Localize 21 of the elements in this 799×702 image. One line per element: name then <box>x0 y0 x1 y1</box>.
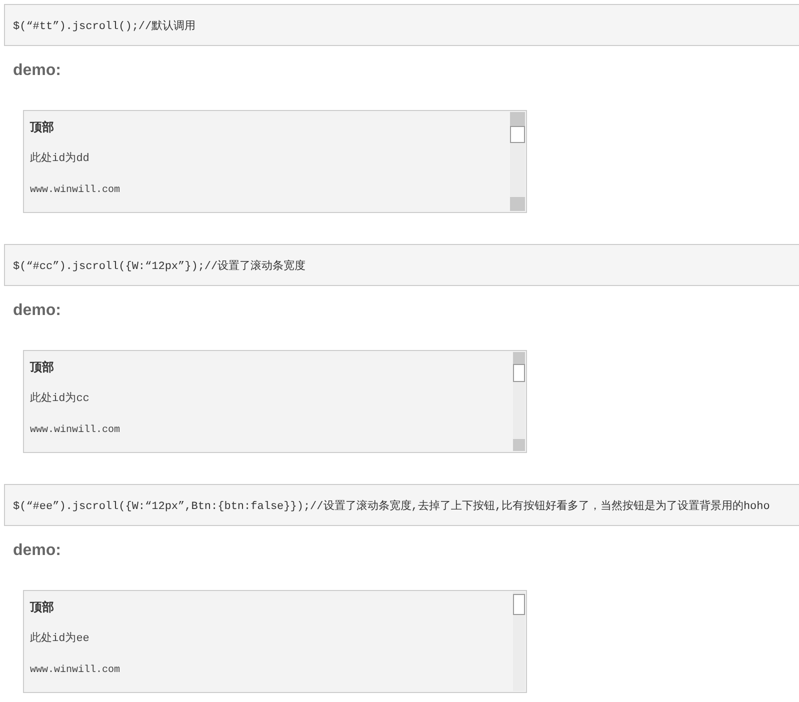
panel-text: 此处id为ee <box>30 631 90 647</box>
site-url-text: www.winwill.com <box>30 664 120 678</box>
panel-title: 顶部 <box>30 119 54 135</box>
site-url-text: www.winwill.com <box>30 424 120 438</box>
site-url-text: www.winwill.com <box>30 184 120 198</box>
panel-text: 此处id为dd <box>30 151 90 167</box>
demo-heading: demo: <box>13 301 61 321</box>
scrollbar[interactable] <box>513 352 525 451</box>
demo-heading: demo: <box>13 61 61 81</box>
panel-text: 此处id为cc <box>30 391 90 407</box>
panel-title: 顶部 <box>30 359 54 375</box>
code-block: $(“#ee”).jscroll({W:“12px”,Btn:{btn:false}});//设置了滚动条宽度,去掉了上下按钮,比有按钮好看多了，当然按钮是为了设置背景用的hoho <box>4 484 799 526</box>
code-block: $(“#tt”).jscroll();//默认调用 <box>4 4 799 46</box>
code-block: $(“#cc”).jscroll({W:“12px”});//设置了滚动条宽度 <box>4 244 799 286</box>
scrollbar-thumb[interactable] <box>510 126 525 143</box>
scrollbar-thumb[interactable] <box>513 364 525 382</box>
panel-title: 顶部 <box>30 599 54 615</box>
scrollbar[interactable] <box>510 112 525 211</box>
demo-heading: demo: <box>13 541 61 561</box>
scrollbar-thumb[interactable] <box>513 594 525 615</box>
scrollbar[interactable] <box>513 592 525 691</box>
